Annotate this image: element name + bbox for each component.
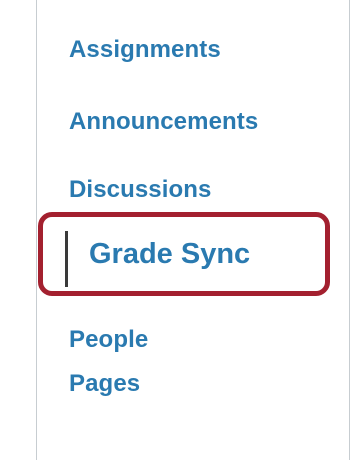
nav-item-grade-sync[interactable]: Grade Sync xyxy=(89,237,250,271)
course-navigation-menu: Assignments Announcements Discussions Gr… xyxy=(36,0,350,460)
nav-item-discussions[interactable]: Discussions xyxy=(69,176,212,204)
highlight-annotation-box: Grade Sync xyxy=(38,212,330,296)
active-item-indicator xyxy=(65,231,68,287)
nav-item-people[interactable]: People xyxy=(69,326,148,354)
nav-item-assignments[interactable]: Assignments xyxy=(69,36,221,64)
nav-item-announcements[interactable]: Announcements xyxy=(69,108,258,136)
nav-item-pages[interactable]: Pages xyxy=(69,370,140,398)
